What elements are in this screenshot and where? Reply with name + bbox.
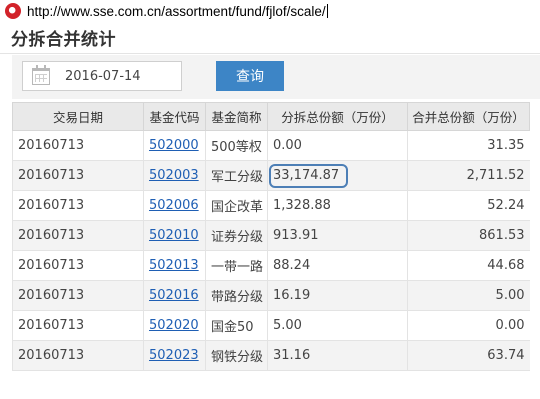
date-value: 2016-07-14 xyxy=(65,69,141,84)
fund-code-link[interactable]: 502013 xyxy=(149,258,199,273)
cell-date: 20160713 xyxy=(12,280,144,311)
cell-merge: 63.74 xyxy=(407,340,530,371)
scale-table: 交易日期 基金代码 基金简称 分拆总份额（万份） 合并总份额（万份） 20160… xyxy=(12,102,530,371)
highlight-circle xyxy=(269,164,348,188)
cell-date: 20160713 xyxy=(12,340,144,371)
cell-split: 88.24 xyxy=(267,250,408,281)
cell-split: 16.19 xyxy=(267,280,408,311)
cell-split: 1,328.88 xyxy=(267,190,408,221)
cell-date: 20160713 xyxy=(12,130,144,161)
fund-code-link[interactable]: 502006 xyxy=(149,198,199,213)
cell-fund-name: 国金50 xyxy=(205,310,268,341)
page-title: 分拆合并统计 xyxy=(11,30,116,50)
cell-merge: 31.35 xyxy=(407,130,530,161)
fund-code-link[interactable]: 502020 xyxy=(149,318,199,333)
fund-code-link[interactable]: 502023 xyxy=(149,348,199,363)
fund-code-link[interactable]: 502003 xyxy=(149,168,199,183)
cell-date: 20160713 xyxy=(12,220,144,251)
cell-fund-name: 国企改革 xyxy=(205,190,268,221)
cell-split: 0.00 xyxy=(267,130,408,161)
cell-fund-name: 军工分级 xyxy=(205,160,268,191)
cell-fund-name: 500等权 xyxy=(205,130,268,161)
cell-fund-name: 一带一路 xyxy=(205,250,268,281)
header-trade-date[interactable]: 交易日期 xyxy=(12,102,144,131)
table-row: 20160713 502006 国企改革 1,328.88 52.24 xyxy=(12,190,530,221)
cell-merge: 5.00 xyxy=(407,280,530,311)
query-panel: 2016-07-14 查询 xyxy=(12,55,540,99)
table-row: 20160713 502010 证券分级 913.91 861.53 xyxy=(12,220,530,251)
fund-code-link[interactable]: 502000 xyxy=(149,138,199,153)
address-bar[interactable]: http://www.sse.com.cn/assortment/fund/fj… xyxy=(0,0,540,22)
cell-fund-name: 钢铁分级 xyxy=(205,340,268,371)
header-merge-total[interactable]: 合并总份额（万份） xyxy=(407,102,530,131)
url-value: http://www.sse.com.cn/assortment/fund/fj… xyxy=(27,3,326,19)
fund-code-link[interactable]: 502016 xyxy=(149,288,199,303)
header-fund-code[interactable]: 基金代码 xyxy=(143,102,206,131)
cell-merge: 44.68 xyxy=(407,250,530,281)
calendar-icon[interactable] xyxy=(32,65,50,85)
header-fund-name[interactable]: 基金简称 xyxy=(205,102,268,131)
table-header-row: 交易日期 基金代码 基金简称 分拆总份额（万份） 合并总份额（万份） xyxy=(12,102,530,131)
cell-merge: 0.00 xyxy=(407,310,530,341)
cell-date: 20160713 xyxy=(12,160,144,191)
url-text[interactable]: http://www.sse.com.cn/assortment/fund/fj… xyxy=(27,3,328,19)
cell-split: 31.16 xyxy=(267,340,408,371)
header-split-total[interactable]: 分拆总份额（万份） xyxy=(267,102,408,131)
cell-fund-name: 证券分级 xyxy=(205,220,268,251)
query-button[interactable]: 查询 xyxy=(216,61,284,91)
cell-date: 20160713 xyxy=(12,190,144,221)
title-divider xyxy=(0,53,540,54)
table-row: 20160713 502000 500等权 0.00 31.35 xyxy=(12,130,530,161)
sse-logo-icon xyxy=(5,3,21,19)
fund-code-link[interactable]: 502010 xyxy=(149,228,199,243)
text-cursor xyxy=(326,3,328,18)
table-row: 20160713 502003 军工分级 33,174.87 2,711.52 xyxy=(12,160,530,191)
cell-fund-name: 带路分级 xyxy=(205,280,268,311)
cell-split: 913.91 xyxy=(267,220,408,251)
cell-date: 20160713 xyxy=(12,250,144,281)
cell-merge: 861.53 xyxy=(407,220,530,251)
table-row: 20160713 502016 带路分级 16.19 5.00 xyxy=(12,280,530,311)
table-row: 20160713 502013 一带一路 88.24 44.68 xyxy=(12,250,530,281)
table-row: 20160713 502020 国金50 5.00 0.00 xyxy=(12,310,530,341)
cell-merge: 52.24 xyxy=(407,190,530,221)
cell-split: 5.00 xyxy=(267,310,408,341)
cell-merge: 2,711.52 xyxy=(407,160,530,191)
table-row: 20160713 502023 钢铁分级 31.16 63.74 xyxy=(12,340,530,371)
date-input[interactable]: 2016-07-14 xyxy=(22,61,182,91)
cell-date: 20160713 xyxy=(12,310,144,341)
